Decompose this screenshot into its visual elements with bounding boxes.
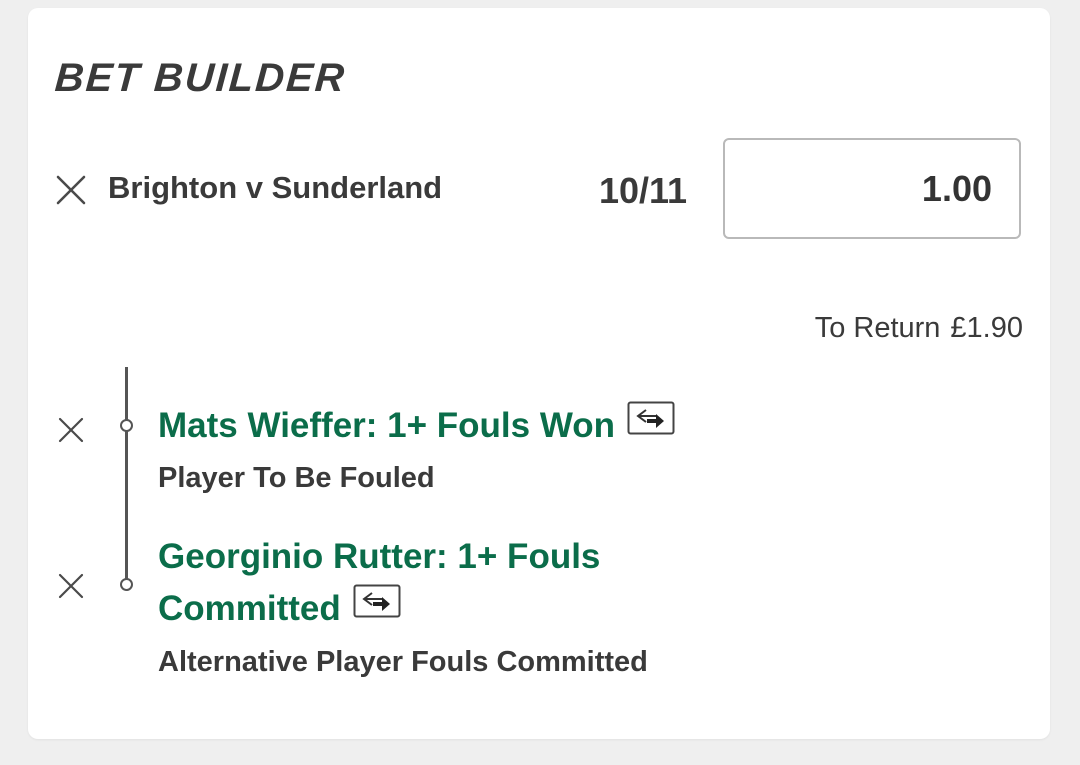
swap-arrows-icon[interactable] (353, 581, 401, 633)
remove-event-button[interactable] (55, 174, 87, 206)
selection-market: Player To Be Fouled (158, 462, 435, 494)
selection-timeline (125, 367, 128, 585)
close-icon (56, 175, 86, 205)
event-name: Brighton v Sunderland (108, 170, 443, 205)
timeline-node (120, 578, 133, 591)
bet-builder-card: BET BUILDER Brighton v Sunderland 10/11 … (28, 8, 1050, 739)
to-return: To Return £1.90 (815, 310, 1023, 346)
close-icon (58, 417, 84, 443)
bet-builder-title: BET BUILDER (53, 56, 348, 100)
selection-name-line1: Georginio Rutter: 1+ Fouls (158, 537, 601, 576)
event-odds: 10/11 (598, 170, 688, 211)
remove-selection-button[interactable] (58, 417, 84, 443)
to-return-amount: £1.90 (950, 312, 1023, 344)
remove-selection-button[interactable] (58, 573, 84, 599)
selection-name-line2-row: Committed (158, 583, 600, 637)
to-return-label: To Return (814, 312, 941, 344)
selection-market: Alternative Player Fouls Committed (158, 646, 648, 678)
selection-name: Mats Wieffer: 1+ Fouls Won (158, 400, 675, 454)
stake-input[interactable] (723, 138, 1021, 239)
timeline-node (120, 419, 133, 432)
selection-name: Georginio Rutter: 1+ Fouls Committed (158, 531, 600, 637)
close-icon (58, 573, 84, 599)
selection-name-text: Mats Wieffer: 1+ Fouls Won (158, 406, 615, 445)
selection-name-line2: Committed (158, 589, 341, 628)
swap-arrows-icon[interactable] (627, 398, 675, 450)
